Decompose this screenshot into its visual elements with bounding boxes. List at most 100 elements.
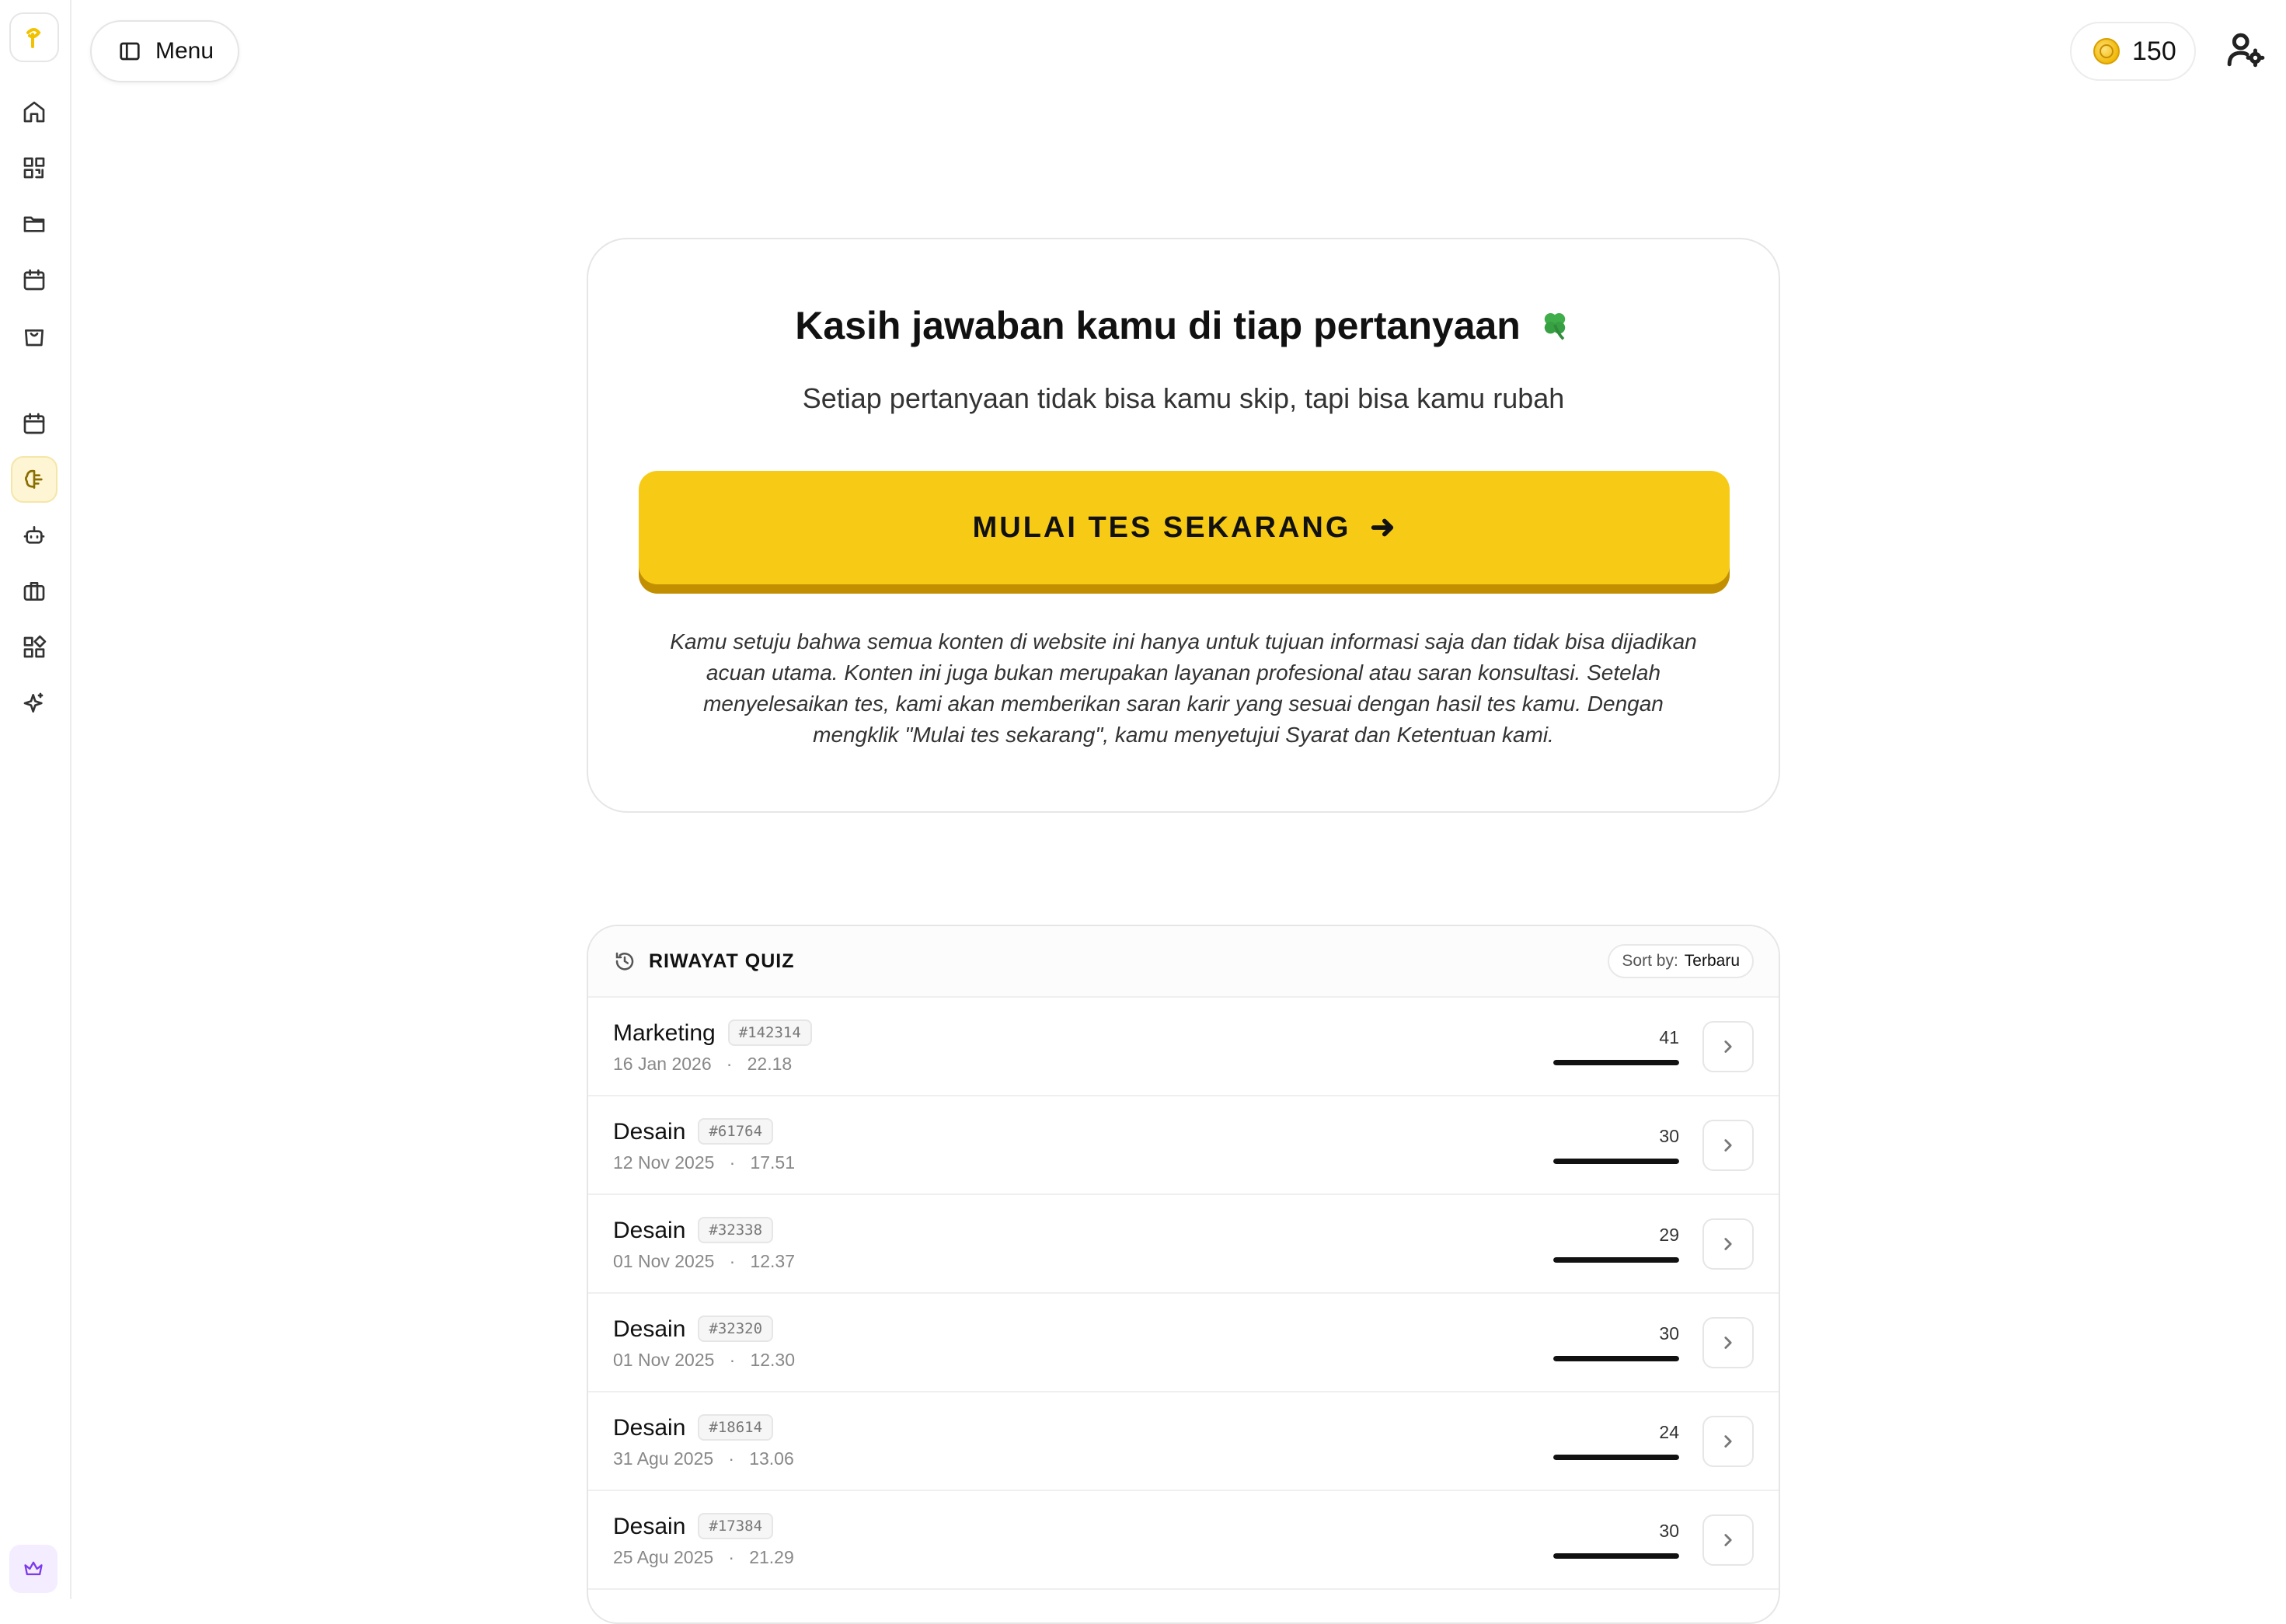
- shopping-bag-icon: [25, 329, 44, 347]
- quiz-date: 25 Agu 2025: [613, 1547, 714, 1567]
- sidebar-item-calendar[interactable]: [11, 256, 57, 303]
- quiz-time: 17.51: [750, 1152, 796, 1173]
- quiz-category: Desain: [613, 1415, 686, 1441]
- sidebar-item-quiz[interactable]: [11, 456, 57, 503]
- menu-label: Menu: [155, 38, 214, 64]
- sparkles-icon: [23, 692, 44, 713]
- open-result-button[interactable]: [1702, 1218, 1754, 1270]
- coin-count: 150: [2132, 36, 2176, 66]
- premium-button[interactable]: [9, 1545, 57, 1593]
- meta-separator: ·: [719, 1251, 746, 1271]
- intro-title: Kasih jawaban kamu di tiap pertanyaan: [588, 303, 1779, 348]
- open-result-button[interactable]: [1702, 1021, 1754, 1072]
- sidebar-item-jobs[interactable]: [11, 568, 57, 615]
- score-bar-fill: [1553, 1257, 1679, 1263]
- user-settings-icon: [2227, 33, 2265, 68]
- score-bar: [1553, 1553, 1679, 1559]
- history-row[interactable]: Desain #17384 25 Agu 2025 · 21.29 30: [588, 1491, 1779, 1590]
- score-bar: [1553, 1455, 1679, 1460]
- score-bar: [1553, 1257, 1679, 1263]
- history-row[interactable]: Marketing #142314 16 Jan 2026 · 22.18 41: [588, 998, 1779, 1096]
- quiz-time: 22.18: [747, 1054, 793, 1074]
- history-row[interactable]: Desain #18614 31 Agu 2025 · 13.06 24: [588, 1392, 1779, 1491]
- quiz-id-badge: #32320: [698, 1316, 774, 1342]
- quiz-time: 21.29: [749, 1547, 794, 1567]
- quiz-name: Desain #17384: [613, 1513, 774, 1540]
- quiz-category: Desain: [613, 1119, 686, 1145]
- quiz-name: Desain #32320: [613, 1316, 774, 1343]
- coin-balance[interactable]: 150: [2070, 22, 2196, 81]
- open-result-button[interactable]: [1702, 1317, 1754, 1368]
- quiz-meta: 16 Jan 2026 · 22.18: [613, 1054, 792, 1075]
- menu-button[interactable]: Menu: [90, 20, 239, 82]
- sidebar-item-home[interactable]: [11, 89, 57, 135]
- clover-icon: [1544, 312, 1565, 340]
- score-bar-fill: [1553, 1060, 1679, 1065]
- disclaimer-text: Kamu setuju bahwa semua konten di websit…: [670, 629, 1697, 747]
- chevron-right-icon: [1724, 1534, 1732, 1546]
- quiz-name: Desain #18614: [613, 1414, 774, 1441]
- history-row[interactable]: Desain #32320 01 Nov 2025 · 12.30 30: [588, 1294, 1779, 1392]
- sort-value: Terbaru: [1684, 952, 1740, 970]
- sidebar-item-ai[interactable]: [11, 680, 57, 727]
- calendar-icon: [23, 269, 45, 291]
- sidebar-item-bot[interactable]: [11, 512, 57, 559]
- sidebar-item-shop[interactable]: [11, 312, 57, 359]
- start-test-button[interactable]: MULAI TES SEKARANG: [639, 471, 1730, 584]
- meta-separator: ·: [718, 1547, 744, 1567]
- quiz-intro-card: Kasih jawaban kamu di tiap pertanyaan Se…: [587, 238, 1780, 813]
- chevron-right-icon: [1724, 1435, 1732, 1448]
- quiz-date: 12 Nov 2025: [613, 1152, 715, 1173]
- user-settings-button[interactable]: [2224, 28, 2267, 71]
- meta-separator: ·: [718, 1448, 744, 1469]
- score-bar-fill: [1553, 1356, 1679, 1361]
- sort-dropdown[interactable]: Sort by: Terbaru: [1608, 944, 1754, 978]
- history-list: Marketing #142314 16 Jan 2026 · 22.18 41 …: [588, 998, 1779, 1590]
- logo-icon: [26, 28, 41, 48]
- history-title: RIWAYAT QUIZ: [649, 950, 795, 972]
- history-row[interactable]: Desain #32338 01 Nov 2025 · 12.37 29: [588, 1195, 1779, 1294]
- brain-icon: [25, 469, 43, 489]
- crown-icon: [24, 1561, 43, 1576]
- chevron-right-icon: [1724, 1040, 1732, 1053]
- quiz-category: Marketing: [613, 1020, 716, 1046]
- quiz-meta: 01 Nov 2025 · 12.30: [613, 1350, 795, 1371]
- sidebar-item-apps[interactable]: [11, 624, 57, 671]
- quiz-date: 01 Nov 2025: [613, 1251, 715, 1271]
- quiz-score: 30: [1659, 1323, 1679, 1343]
- coin-icon: [2093, 38, 2120, 64]
- open-result-button[interactable]: [1702, 1416, 1754, 1467]
- apps-icon: [23, 635, 47, 658]
- sidebar-item-schedule[interactable]: [11, 400, 57, 447]
- score-bar-fill: [1553, 1553, 1679, 1559]
- quiz-meta: 12 Nov 2025 · 17.51: [613, 1152, 795, 1173]
- score-bar-fill: [1553, 1159, 1679, 1164]
- calendar-icon: [23, 413, 45, 434]
- quiz-score: 29: [1659, 1225, 1679, 1245]
- quiz-score: 24: [1659, 1422, 1679, 1442]
- quiz-id-badge: #17384: [698, 1513, 774, 1539]
- quiz-time: 13.06: [749, 1448, 794, 1469]
- quiz-date: 01 Nov 2025: [613, 1350, 715, 1370]
- score-bar: [1553, 1060, 1679, 1065]
- quiz-category: Desain: [613, 1316, 686, 1342]
- quiz-time: 12.37: [750, 1251, 796, 1271]
- intro-subtitle: Setiap pertanyaan tidak bisa kamu skip, …: [802, 382, 1565, 414]
- qr-code-icon: [23, 157, 45, 179]
- sidebar-item-qr[interactable]: [11, 145, 57, 191]
- app-logo[interactable]: [9, 12, 59, 62]
- quiz-score: 30: [1659, 1521, 1679, 1541]
- score-bar-fill: [1553, 1455, 1679, 1460]
- briefcase-icon: [23, 582, 45, 601]
- chevron-right-icon: [1724, 1336, 1732, 1349]
- home-icon: [23, 101, 45, 123]
- quiz-date: 16 Jan 2026: [613, 1054, 712, 1074]
- quiz-meta: 25 Agu 2025 · 21.29: [613, 1547, 794, 1568]
- open-result-button[interactable]: [1702, 1514, 1754, 1566]
- quiz-category: Desain: [613, 1218, 686, 1243]
- sidebar-item-folder[interactable]: [11, 200, 57, 247]
- open-result-button[interactable]: [1702, 1120, 1754, 1171]
- history-row[interactable]: Desain #61764 12 Nov 2025 · 17.51 30: [588, 1096, 1779, 1195]
- folder-icon: [23, 216, 45, 232]
- quiz-category: Desain: [613, 1514, 686, 1539]
